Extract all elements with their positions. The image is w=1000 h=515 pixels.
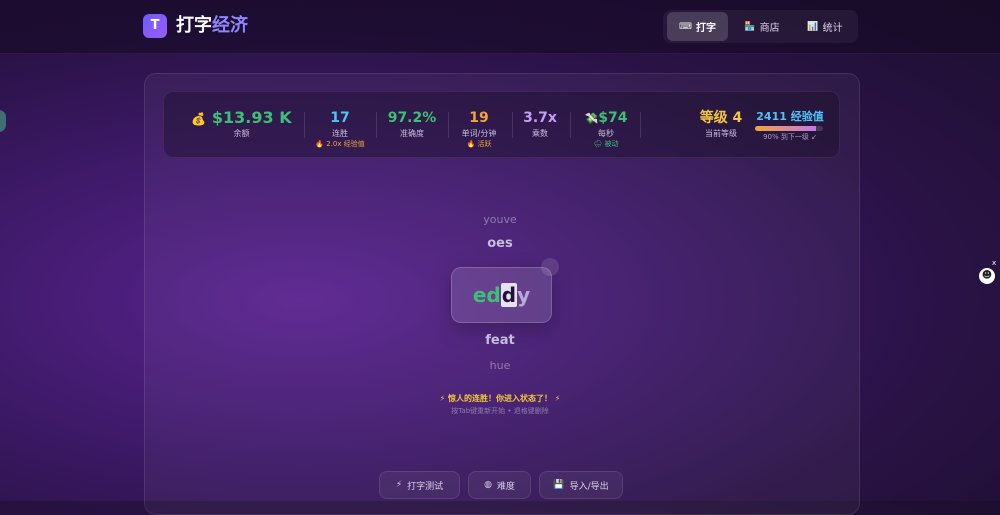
multiplier-value: 3.7x bbox=[523, 110, 557, 126]
tab-shop[interactable]: 🏪 商店 bbox=[732, 12, 792, 41]
current-word-box[interactable]: eddy bbox=[451, 267, 552, 323]
import-export-button[interactable]: 💾 导入/导出 bbox=[539, 471, 623, 499]
next-word-2: hue bbox=[489, 359, 511, 372]
divider bbox=[640, 112, 641, 138]
stat-per-second: 💸$74 每秒 🌧 被动 bbox=[572, 92, 640, 157]
prev-word-1: oes bbox=[487, 236, 513, 251]
xp-sub: 90% 到下一级 ↙ bbox=[763, 133, 817, 141]
app-title-accent: 经济 bbox=[212, 15, 248, 36]
wpm-label: 单词/分钟 bbox=[461, 129, 497, 138]
streak-message: ⚡ 惊人的连胜！你进入状态了！ ⚡ bbox=[439, 394, 561, 403]
robot-icon[interactable]: ☻ bbox=[979, 268, 995, 284]
app-title-main: 打字 bbox=[176, 15, 212, 36]
keyboard-hint: 按Tab键重新开始 • 退格键删除 bbox=[451, 407, 549, 415]
typing-test-label: 打字测试 bbox=[407, 481, 444, 492]
divider bbox=[376, 112, 377, 138]
streak-label: 连胜 bbox=[332, 129, 348, 138]
tab-typing[interactable]: ⌨ 打字 bbox=[667, 12, 728, 41]
balance-label: 余额 bbox=[233, 129, 250, 138]
xp-value: 2411 经验值 bbox=[756, 110, 824, 123]
per-second-label: 每秒 bbox=[598, 129, 614, 138]
multiplier-label: 乘数 bbox=[532, 129, 548, 138]
app-title: 打字经济 bbox=[176, 14, 248, 38]
side-avatar[interactable] bbox=[0, 110, 6, 132]
accuracy-label: 准确度 bbox=[400, 129, 424, 138]
divider bbox=[304, 112, 305, 138]
money-bag-icon: 💰 bbox=[191, 112, 207, 126]
xp-progress-bar bbox=[755, 126, 823, 131]
stat-balance: 💰 $13.93 K 余额 bbox=[189, 92, 294, 157]
next-word-1: feat bbox=[485, 333, 515, 348]
tab-shop-label: 商店 bbox=[759, 23, 780, 34]
tab-stats-label: 统计 bbox=[822, 23, 843, 34]
tab-typing-label: 打字 bbox=[696, 23, 716, 34]
import-export-label: 导入/导出 bbox=[569, 481, 609, 492]
typing-test-button[interactable]: ⚡ 打字测试 bbox=[379, 471, 460, 499]
lightning-icon: ⚡ bbox=[395, 480, 403, 490]
stat-wpm: 19 单词/分钟 🔥 活跃 bbox=[448, 92, 510, 157]
accuracy-value: 97.2% bbox=[387, 110, 437, 126]
balance-value: $13.93 K bbox=[211, 108, 292, 127]
per-second-sub: 🌧 被动 bbox=[593, 140, 619, 148]
cursor-letter: d bbox=[500, 283, 518, 307]
stats-bar: 💰 $13.93 K 余额 17 连胜 🔥 2.0x 经验值 97.2% 准确度… bbox=[163, 91, 840, 158]
stat-streak: 17 连胜 🔥 2.0x 经验值 bbox=[306, 92, 374, 157]
prev-word-2: youve bbox=[483, 213, 517, 226]
difficulty-button[interactable]: ◍ 难度 bbox=[468, 471, 531, 499]
tab-stats[interactable]: 📊 统计 bbox=[795, 12, 855, 41]
close-icon[interactable]: x bbox=[992, 259, 996, 267]
stat-xp: 2411 经验值 90% 到下一级 ↙ bbox=[750, 92, 830, 157]
level-label: 当前等级 bbox=[705, 129, 737, 138]
main-nav: ⌨ 打字 🏪 商店 📊 统计 bbox=[663, 10, 858, 43]
difficulty-icon: ◍ bbox=[484, 480, 492, 490]
top-bar: T 打字经济 ⌨ 打字 🏪 商店 📊 统计 bbox=[0, 0, 1000, 54]
stats-icon: 📊 bbox=[807, 21, 819, 32]
level-value: 等级 4 bbox=[699, 110, 743, 126]
stat-multiplier: 3.7x 乘数 bbox=[512, 92, 568, 157]
logo-icon: T bbox=[143, 14, 167, 38]
wpm-sub: 🔥 活跃 bbox=[466, 140, 492, 148]
divider bbox=[570, 112, 571, 138]
streak-sub: 🔥 2.0x 经验值 bbox=[315, 140, 365, 148]
money-wings-icon: 💸 bbox=[584, 112, 599, 125]
difficulty-label: 难度 bbox=[496, 481, 515, 492]
remaining-letters: y bbox=[517, 283, 531, 307]
current-word: eddy bbox=[452, 281, 551, 309]
save-icon: 💾 bbox=[553, 480, 565, 490]
streak-value: 17 bbox=[330, 110, 350, 126]
typed-letters: ed bbox=[472, 283, 501, 307]
per-second-value: $74 bbox=[598, 110, 628, 126]
stat-level: 等级 4 当前等级 bbox=[691, 92, 751, 157]
stat-accuracy: 97.2% 准确度 bbox=[378, 92, 446, 157]
wpm-value: 19 bbox=[469, 110, 489, 126]
xp-progress-fill bbox=[755, 126, 817, 131]
keyboard-icon: ⌨ bbox=[679, 21, 692, 32]
shop-icon: 🏪 bbox=[744, 21, 756, 32]
